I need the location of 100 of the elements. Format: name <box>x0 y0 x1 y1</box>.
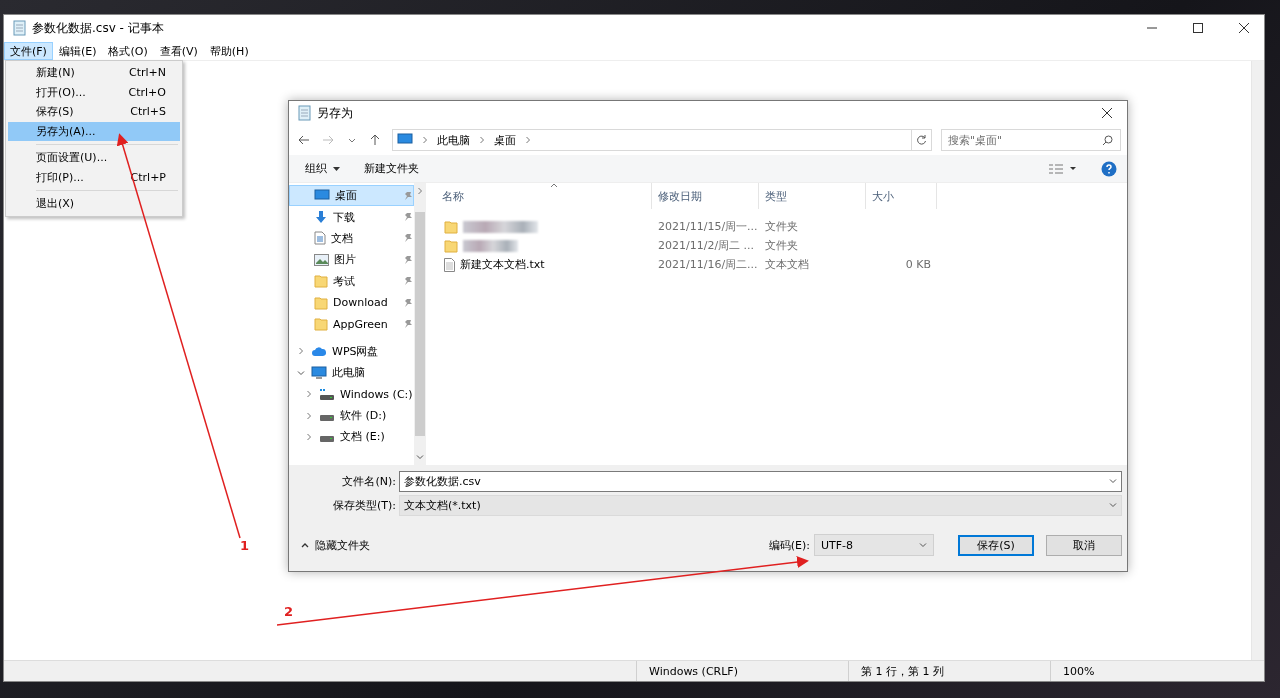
close-icon[interactable] <box>1102 108 1112 118</box>
encoding-dropdown[interactable]: UTF-8 <box>814 534 934 556</box>
nav-item[interactable]: 下载 <box>289 206 414 228</box>
column-header[interactable]: 大小 <box>866 183 937 209</box>
folder-icon <box>314 274 328 289</box>
chevron-right-icon[interactable] <box>478 136 487 144</box>
pin-icon[interactable] <box>404 319 413 330</box>
dialog-icon <box>297 105 311 121</box>
chevron-right-icon[interactable] <box>524 136 533 144</box>
nav-item[interactable]: 此电脑 <box>332 365 413 381</box>
file-name-field[interactable]: 参数化数据.csv <box>399 470 1122 492</box>
menu-item[interactable]: 打开(O)... Ctrl+O <box>8 82 180 102</box>
pin-icon[interactable] <box>404 276 413 287</box>
dropdown-caret-icon[interactable] <box>333 166 340 171</box>
pin-icon[interactable] <box>404 233 413 244</box>
nav-item[interactable]: 文档 <box>289 227 414 250</box>
monitor-icon <box>397 133 414 147</box>
field-label: 文件名(N): <box>341 473 397 489</box>
field-label: 保存类型(T): <box>332 497 397 513</box>
chevron-down-icon[interactable] <box>1109 477 1117 485</box>
back-arrow-icon[interactable] <box>297 135 310 145</box>
nav-item[interactable]: AppGreen <box>289 313 414 335</box>
new-folder-button[interactable]: 新建文件夹 <box>364 159 419 178</box>
down-arrow-icon <box>314 210 328 225</box>
breadcrumb-item[interactable]: 桌面 <box>494 132 517 148</box>
menu-item[interactable]: 编辑(E) <box>52 41 103 60</box>
nav-item[interactable]: 考试 <box>289 270 414 292</box>
chevron-right-icon[interactable] <box>305 411 313 420</box>
menu-item[interactable]: 另存为(A)... <box>8 121 180 141</box>
table-cell: 文件夹 <box>765 219 798 234</box>
table-cell: 2021/11/16/周二... <box>658 257 758 272</box>
window-title: 参数化数据.csv - 记事本 <box>32 19 165 37</box>
menu-item[interactable]: 文件(F) <box>4 41 53 60</box>
monitor-icon <box>311 365 327 380</box>
drive-icon <box>319 387 335 401</box>
chevron-down-icon[interactable] <box>297 368 305 377</box>
document-icon <box>314 231 326 246</box>
chevron-down-icon[interactable] <box>1109 501 1117 509</box>
refresh-icon[interactable] <box>916 135 927 145</box>
column-header[interactable]: 名称 <box>426 183 652 209</box>
monitor-icon <box>314 188 330 203</box>
close-icon[interactable] <box>1239 23 1249 33</box>
address-bar[interactable]: 此电脑 桌面 <box>392 129 913 151</box>
column-header[interactable]: 修改日期 <box>652 183 759 209</box>
pin-icon[interactable] <box>404 297 413 308</box>
chevron-up-icon[interactable] <box>301 542 309 548</box>
up-arrow-icon[interactable] <box>370 134 381 146</box>
chevron-down-icon[interactable] <box>416 453 424 461</box>
annotation-number: 2 <box>284 604 294 619</box>
table-cell: 文件夹 <box>765 238 798 253</box>
nav-item[interactable]: WPS网盘 <box>332 343 413 359</box>
hide-folders-button[interactable]: 隐藏文件夹 <box>301 537 769 553</box>
nav-item[interactable]: 文档 (E:) <box>340 429 413 445</box>
table-cell: 0 KB <box>905 258 931 271</box>
table-cell: 2021/11/15/周一... <box>658 219 758 234</box>
organize-button[interactable]: 组织 <box>305 159 340 178</box>
sort-caret-icon <box>550 183 558 188</box>
chevron-right-icon[interactable] <box>416 187 424 195</box>
chevron-right-icon[interactable] <box>305 433 313 441</box>
pin-icon[interactable] <box>404 212 413 223</box>
status-text: Windows (CRLF) <box>649 664 738 678</box>
search-icon <box>1102 135 1114 146</box>
menu-item[interactable]: 新建(N) Ctrl+N <box>8 63 180 83</box>
picture-icon <box>314 253 329 266</box>
file-type-dropdown[interactable]: 文本文档(*.txt) <box>399 494 1122 516</box>
forward-arrow-icon[interactable] <box>321 135 334 145</box>
folder-icon <box>444 219 458 234</box>
menu-item[interactable]: 格式(O) <box>102 41 154 60</box>
table-cell: 2021/11/2/周二 ... <box>658 238 755 253</box>
column-header[interactable]: 类型 <box>759 183 866 209</box>
dialog-button[interactable]: 保存(S) <box>958 534 1034 556</box>
nav-item[interactable]: 图片 <box>289 249 414 271</box>
nav-item[interactable]: 软件 (D:) <box>340 408 413 424</box>
nav-item[interactable]: Windows (C:) <box>340 387 413 401</box>
search-field[interactable]: 搜索"桌面" <box>941 129 1122 151</box>
breadcrumb-item[interactable]: 此电脑 <box>437 132 471 148</box>
pin-icon[interactable] <box>404 254 413 265</box>
help-icon[interactable] <box>1101 160 1117 177</box>
nav-item[interactable]: 桌面 <box>289 185 414 207</box>
status-text: 100% <box>1063 664 1095 678</box>
menu-item[interactable]: 查看(V) <box>153 41 204 60</box>
chevron-right-icon[interactable] <box>305 390 313 399</box>
nav-item[interactable]: Download <box>289 291 414 314</box>
dialog-button[interactable]: 取消 <box>1046 534 1122 556</box>
chevron-down-icon[interactable] <box>919 541 927 549</box>
maximize-icon[interactable] <box>1193 23 1203 33</box>
menu-item[interactable]: 页面设置(U)... <box>8 148 180 168</box>
cloud-icon <box>311 345 327 357</box>
menu-item[interactable]: 保存(S) Ctrl+S <box>8 102 180 122</box>
notepad-icon <box>12 20 26 36</box>
menu-item[interactable]: 退出(X) <box>8 194 180 214</box>
chevron-right-icon[interactable] <box>297 347 305 356</box>
menu-item[interactable]: 帮助(H) <box>203 41 255 60</box>
view-options-icon[interactable] <box>1049 163 1077 174</box>
status-text: 第 1 行，第 1 列 <box>861 663 944 679</box>
chevron-right-icon[interactable] <box>421 136 430 144</box>
file-name[interactable]: 新建文本文档.txt <box>460 257 545 272</box>
field-label: 编码(E): <box>768 537 810 553</box>
pin-icon[interactable] <box>404 190 413 201</box>
folder-icon <box>444 238 458 253</box>
